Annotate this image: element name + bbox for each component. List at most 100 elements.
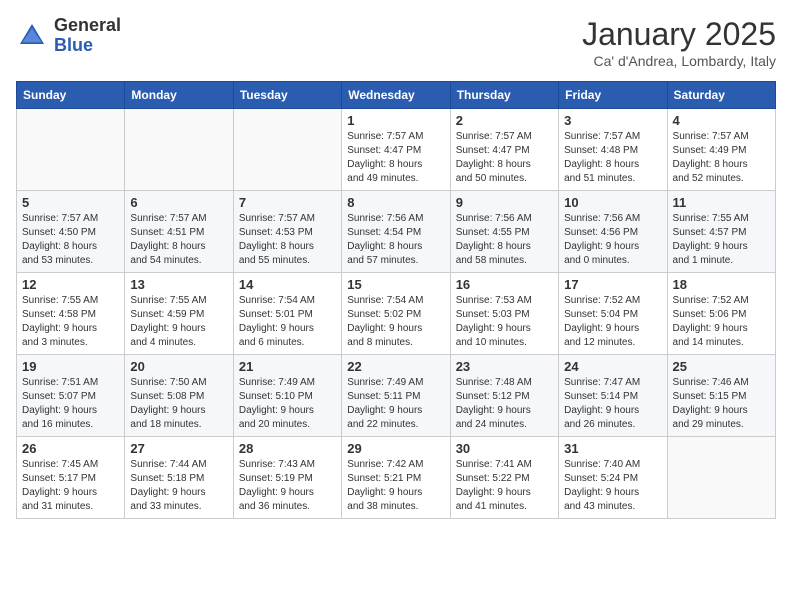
day-info: Sunrise: 7:56 AM Sunset: 4:55 PM Dayligh…	[456, 212, 553, 268]
day-number: 11	[673, 195, 770, 210]
day-cell-7: 7Sunrise: 7:57 AM Sunset: 4:53 PM Daylig…	[233, 191, 341, 273]
day-cell-22: 22 Sunrise: 7:49 AM Sunset: 5:11 PM Dayli…	[342, 355, 450, 437]
empty-cell	[125, 109, 233, 191]
day-number: 17	[564, 277, 661, 292]
weekday-header-friday: Friday	[559, 82, 667, 109]
day-number: 16	[456, 277, 553, 292]
day-cell-8: 8Sunrise: 7:56 AM Sunset: 4:54 PM Daylig…	[342, 191, 450, 273]
week-row-1: 1 Sunrise: 7:57 AM Sunset: 4:47 PM Daylig…	[17, 109, 776, 191]
day-info: Sunrise: 7:42 AM Sunset: 5:21 PM Dayligh…	[347, 458, 444, 514]
day-number: 5	[22, 195, 119, 210]
day-cell-11: 11Sunrise: 7:55 AM Sunset: 4:57 PM Dayli…	[667, 191, 775, 273]
day-number: 18	[673, 277, 770, 292]
day-number: 7	[239, 195, 336, 210]
week-row-4: 19Sunrise: 7:51 AM Sunset: 5:07 PM Dayli…	[17, 355, 776, 437]
weekday-header-wednesday: Wednesday	[342, 82, 450, 109]
day-info: Sunrise: 7:55 AM Sunset: 4:58 PM Dayligh…	[22, 294, 119, 350]
logo-icon	[16, 20, 48, 52]
day-number: 27	[130, 441, 227, 456]
calendar-subtitle: Ca' d'Andrea, Lombardy, Italy	[582, 53, 776, 69]
day-info: Sunrise: 7:41 AM Sunset: 5:22 PM Dayligh…	[456, 458, 553, 514]
weekday-header-tuesday: Tuesday	[233, 82, 341, 109]
day-number: 28	[239, 441, 336, 456]
day-number: 22	[347, 359, 444, 374]
day-info: Sunrise: 7:52 AM Sunset: 5:04 PM Dayligh…	[564, 294, 661, 350]
day-number: 24	[564, 359, 661, 374]
day-number: 12	[22, 277, 119, 292]
day-info: Sunrise: 7:57 AM Sunset: 4:51 PM Dayligh…	[130, 212, 227, 268]
week-row-5: 26Sunrise: 7:45 AM Sunset: 5:17 PM Dayli…	[17, 437, 776, 519]
weekday-header-sunday: Sunday	[17, 82, 125, 109]
day-number: 1	[347, 113, 444, 128]
weekday-header-thursday: Thursday	[450, 82, 558, 109]
day-number: 30	[456, 441, 553, 456]
header: General Blue January 2025 Ca' d'Andrea, …	[16, 16, 776, 69]
day-cell-2: 2 Sunrise: 7:57 AM Sunset: 4:47 PM Daylig…	[450, 109, 558, 191]
day-info: Sunrise: 7:57 AM Sunset: 4:50 PM Dayligh…	[22, 212, 119, 268]
day-cell-25: 25 Sunrise: 7:46 AM Sunset: 5:15 PM Dayli…	[667, 355, 775, 437]
weekday-header-saturday: Saturday	[667, 82, 775, 109]
day-number: 3	[564, 113, 661, 128]
day-info: Sunrise: 7:50 AM Sunset: 5:08 PM Dayligh…	[130, 376, 227, 432]
week-row-3: 12 Sunrise: 7:55 AM Sunset: 4:58 PM Dayli…	[17, 273, 776, 355]
day-number: 21	[239, 359, 336, 374]
day-info: Sunrise: 7:51 AM Sunset: 5:07 PM Dayligh…	[22, 376, 119, 432]
day-number: 29	[347, 441, 444, 456]
day-cell-29: 29 Sunrise: 7:42 AM Sunset: 5:21 PM Dayli…	[342, 437, 450, 519]
day-cell-19: 19Sunrise: 7:51 AM Sunset: 5:07 PM Dayli…	[17, 355, 125, 437]
day-number: 13	[130, 277, 227, 292]
week-row-2: 5 Sunrise: 7:57 AM Sunset: 4:50 PM Daylig…	[17, 191, 776, 273]
day-cell-18: 18 Sunrise: 7:52 AM Sunset: 5:06 PM Dayli…	[667, 273, 775, 355]
day-cell-4: 4Sunrise: 7:57 AM Sunset: 4:49 PM Daylig…	[667, 109, 775, 191]
day-info: Sunrise: 7:57 AM Sunset: 4:49 PM Dayligh…	[673, 130, 770, 186]
day-number: 31	[564, 441, 661, 456]
day-info: Sunrise: 7:57 AM Sunset: 4:48 PM Dayligh…	[564, 130, 661, 186]
day-cell-6: 6Sunrise: 7:57 AM Sunset: 4:51 PM Daylig…	[125, 191, 233, 273]
day-cell-16: 16 Sunrise: 7:53 AM Sunset: 5:03 PM Dayli…	[450, 273, 558, 355]
day-number: 23	[456, 359, 553, 374]
day-info: Sunrise: 7:57 AM Sunset: 4:47 PM Dayligh…	[456, 130, 553, 186]
day-number: 25	[673, 359, 770, 374]
day-cell-3: 3 Sunrise: 7:57 AM Sunset: 4:48 PM Daylig…	[559, 109, 667, 191]
day-cell-31: 31 Sunrise: 7:40 AM Sunset: 5:24 PM Dayli…	[559, 437, 667, 519]
day-info: Sunrise: 7:40 AM Sunset: 5:24 PM Dayligh…	[564, 458, 661, 514]
day-info: Sunrise: 7:43 AM Sunset: 5:19 PM Dayligh…	[239, 458, 336, 514]
day-info: Sunrise: 7:53 AM Sunset: 5:03 PM Dayligh…	[456, 294, 553, 350]
logo-text: General Blue	[54, 16, 121, 56]
empty-cell	[17, 109, 125, 191]
day-info: Sunrise: 7:48 AM Sunset: 5:12 PM Dayligh…	[456, 376, 553, 432]
title-area: January 2025 Ca' d'Andrea, Lombardy, Ita…	[582, 16, 776, 69]
day-info: Sunrise: 7:55 AM Sunset: 4:59 PM Dayligh…	[130, 294, 227, 350]
day-cell-21: 21Sunrise: 7:49 AM Sunset: 5:10 PM Dayli…	[233, 355, 341, 437]
day-number: 10	[564, 195, 661, 210]
weekday-header-monday: Monday	[125, 82, 233, 109]
day-cell-5: 5 Sunrise: 7:57 AM Sunset: 4:50 PM Daylig…	[17, 191, 125, 273]
day-cell-12: 12 Sunrise: 7:55 AM Sunset: 4:58 PM Dayli…	[17, 273, 125, 355]
logo-general: General	[54, 15, 121, 35]
day-info: Sunrise: 7:52 AM Sunset: 5:06 PM Dayligh…	[673, 294, 770, 350]
logo: General Blue	[16, 16, 121, 56]
day-cell-20: 20 Sunrise: 7:50 AM Sunset: 5:08 PM Dayli…	[125, 355, 233, 437]
day-cell-24: 24Sunrise: 7:47 AM Sunset: 5:14 PM Dayli…	[559, 355, 667, 437]
day-info: Sunrise: 7:45 AM Sunset: 5:17 PM Dayligh…	[22, 458, 119, 514]
day-cell-15: 15Sunrise: 7:54 AM Sunset: 5:02 PM Dayli…	[342, 273, 450, 355]
day-info: Sunrise: 7:56 AM Sunset: 4:56 PM Dayligh…	[564, 212, 661, 268]
day-cell-26: 26Sunrise: 7:45 AM Sunset: 5:17 PM Dayli…	[17, 437, 125, 519]
day-cell-9: 9 Sunrise: 7:56 AM Sunset: 4:55 PM Daylig…	[450, 191, 558, 273]
day-number: 14	[239, 277, 336, 292]
calendar-table: SundayMondayTuesdayWednesdayThursdayFrid…	[16, 81, 776, 519]
day-cell-17: 17 Sunrise: 7:52 AM Sunset: 5:04 PM Dayli…	[559, 273, 667, 355]
day-cell-10: 10 Sunrise: 7:56 AM Sunset: 4:56 PM Dayli…	[559, 191, 667, 273]
day-number: 9	[456, 195, 553, 210]
day-cell-27: 27Sunrise: 7:44 AM Sunset: 5:18 PM Dayli…	[125, 437, 233, 519]
day-cell-23: 23 Sunrise: 7:48 AM Sunset: 5:12 PM Dayli…	[450, 355, 558, 437]
day-number: 8	[347, 195, 444, 210]
empty-cell	[233, 109, 341, 191]
day-cell-30: 30 Sunrise: 7:41 AM Sunset: 5:22 PM Dayli…	[450, 437, 558, 519]
day-info: Sunrise: 7:49 AM Sunset: 5:11 PM Dayligh…	[347, 376, 444, 432]
day-cell-1: 1Sunrise: 7:57 AM Sunset: 4:47 PM Daylig…	[342, 109, 450, 191]
day-info: Sunrise: 7:46 AM Sunset: 5:15 PM Dayligh…	[673, 376, 770, 432]
day-number: 2	[456, 113, 553, 128]
empty-cell	[667, 437, 775, 519]
day-number: 20	[130, 359, 227, 374]
